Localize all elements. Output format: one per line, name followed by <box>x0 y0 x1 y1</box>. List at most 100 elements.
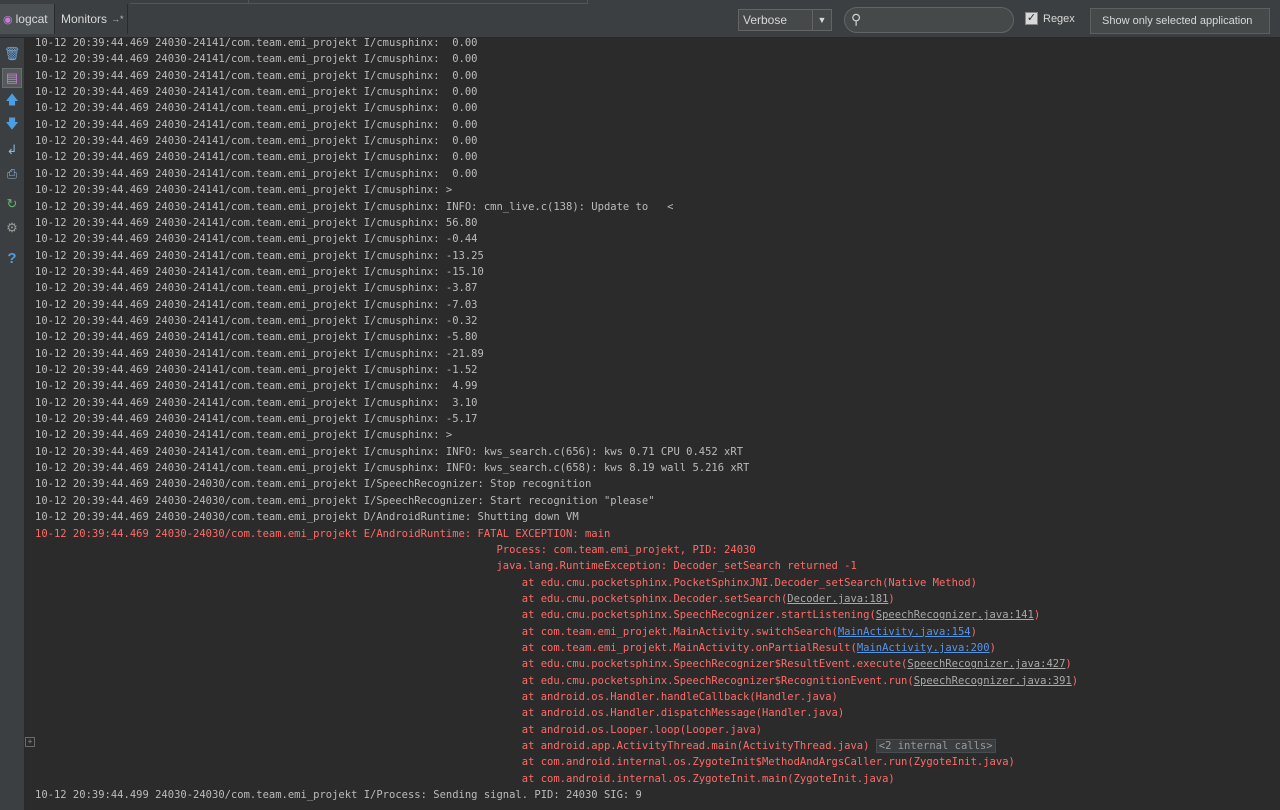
log-line: 10-12 20:39:44.469 24030-24141/com.team.… <box>35 38 478 51</box>
app-filter-dropdown[interactable]: Show only selected application <box>1090 8 1270 34</box>
log-line: 10-12 20:39:44.469 24030-24141/com.team.… <box>35 133 478 149</box>
log-line-text: 10-12 20:39:44.469 24030-24141/com.team.… <box>35 151 478 164</box>
log-line: 10-12 20:39:44.469 24030-24141/com.team.… <box>35 329 478 345</box>
log-line-text: at android.os.Handler.handleCallback(Han… <box>35 691 838 703</box>
source-link[interactable]: SpeechRecognizer.java:427 <box>907 658 1065 670</box>
log-line-text: 10-12 20:39:44.469 24030-24141/com.team.… <box>35 216 478 229</box>
soft-wrap-icon[interactable]: ↲ <box>2 140 22 160</box>
log-line-error: java.lang.RuntimeException: Decoder_setS… <box>35 558 856 574</box>
tab-logcat[interactable]: ◉ logcat <box>0 4 55 34</box>
log-line-error: at android.os.Handler.handleCallback(Han… <box>35 689 838 705</box>
up-arrow-icon[interactable]: 🡅 <box>2 92 22 112</box>
log-line-error: 10-12 20:39:44.469 24030-24030/com.team.… <box>35 526 610 542</box>
log-line-text: 10-12 20:39:44.469 24030-24141/com.team.… <box>35 396 478 409</box>
trash-icon[interactable]: 🗑 <box>2 44 22 64</box>
log-level-value: Verbose <box>743 13 788 27</box>
log-line-text: at edu.cmu.pocketsphinx.Decoder.setSearc… <box>35 592 788 605</box>
log-line-error: at edu.cmu.pocketsphinx.SpeechRecognizer… <box>35 607 1040 623</box>
log-line: 10-12 20:39:44.499 24030-24030/com.team.… <box>35 787 642 803</box>
log-line-text: 10-12 20:39:44.469 24030-24141/com.team.… <box>35 282 478 295</box>
log-line-tail: ) <box>1065 658 1072 671</box>
log-line: 10-12 20:39:44.469 24030-24141/com.team.… <box>35 84 478 100</box>
log-line: 10-12 20:39:44.469 24030-24141/com.team.… <box>35 362 478 378</box>
log-line-text: 10-12 20:39:44.469 24030-24141/com.team.… <box>35 249 484 262</box>
logcat-output: 10-12 20:39:44.469 24030-24141/com.team.… <box>35 38 1275 810</box>
log-line: 10-12 20:39:44.469 24030-24030/com.team.… <box>35 493 655 509</box>
log-line-error: at android.app.ActivityThread.main(Activ… <box>35 738 996 754</box>
log-line-text: at android.os.Handler.dispatchMessage(Ha… <box>35 707 845 720</box>
log-line: 10-12 20:39:44.469 24030-24141/com.team.… <box>35 346 484 362</box>
source-link[interactable]: MainActivity.java:154 <box>838 626 971 638</box>
log-line: 10-12 20:39:44.469 24030-24030/com.team.… <box>35 509 579 525</box>
search-input[interactable]: ⚲ <box>844 7 1014 33</box>
log-line-text: 10-12 20:39:44.469 24030-24141/com.team.… <box>35 184 453 197</box>
android-device-icon: ◉ <box>3 13 13 26</box>
log-line: 10-12 20:39:44.469 24030-24141/com.team.… <box>35 297 478 313</box>
source-link[interactable]: Decoder.java:181 <box>787 593 888 605</box>
log-line: 10-12 20:39:44.469 24030-24141/com.team.… <box>35 280 478 296</box>
log-line-error: at edu.cmu.pocketsphinx.SpeechRecognizer… <box>35 673 1078 689</box>
log-line-text: 10-12 20:39:44.469 24030-24141/com.team.… <box>35 102 478 115</box>
source-link[interactable]: SpeechRecognizer.java:391 <box>914 675 1072 687</box>
app-filter-value: Show only selected application <box>1102 15 1253 27</box>
log-line-text: at edu.cmu.pocketsphinx.PocketSphinxJNI.… <box>35 576 977 589</box>
logcat-sidebar: 🗑 ▤ 🡅 🡇 ↲ ⎙ ↻ ⚙ ? <box>0 38 25 810</box>
log-line: 10-12 20:39:44.469 24030-24141/com.team.… <box>35 378 478 394</box>
log-line-error: at com.team.emi_projekt.MainActivity.onP… <box>35 640 996 656</box>
log-line-text: at com.team.emi_projekt.MainActivity.onP… <box>35 641 857 654</box>
log-level-dropdown[interactable]: Verbose ▼ <box>738 9 832 31</box>
log-line: 10-12 20:39:44.469 24030-24141/com.team.… <box>35 444 743 460</box>
log-line-text: 10-12 20:39:44.469 24030-24141/com.team.… <box>35 167 478 180</box>
chevron-down-icon[interactable]: ▼ <box>812 10 831 30</box>
log-line-error: at edu.cmu.pocketsphinx.PocketSphinxJNI.… <box>35 575 977 591</box>
print-icon[interactable]: ⎙ <box>2 164 22 184</box>
log-line-text: 10-12 20:39:44.469 24030-24141/com.team.… <box>35 364 478 376</box>
log-line: 10-12 20:39:44.469 24030-24030/com.team.… <box>35 476 591 492</box>
log-line: 10-12 20:39:44.469 24030-24141/com.team.… <box>35 460 749 476</box>
source-link[interactable]: SpeechRecognizer.java:141 <box>876 609 1034 621</box>
log-line-text: 10-12 20:39:44.499 24030-24030/com.team.… <box>35 789 642 802</box>
log-line-error: at com.team.emi_projekt.MainActivity.swi… <box>35 624 977 640</box>
log-line: 10-12 20:39:44.469 24030-24141/com.team.… <box>35 248 484 264</box>
scroll-to-end-icon[interactable]: ▤ <box>2 68 22 88</box>
log-line: 10-12 20:39:44.469 24030-24141/com.team.… <box>35 149 478 165</box>
log-line-error: Process: com.team.emi_projekt, PID: 2403… <box>35 542 756 558</box>
source-link[interactable]: MainActivity.java:200 <box>857 642 990 654</box>
log-line: 10-12 20:39:44.469 24030-24141/com.team.… <box>35 427 452 443</box>
log-line: 10-12 20:39:44.469 24030-24141/com.team.… <box>35 231 478 247</box>
pin-arrow-icon: →* <box>111 14 124 24</box>
log-line-text: 10-12 20:39:44.469 24030-24141/com.team.… <box>35 445 744 458</box>
regex-checkbox[interactable]: ✓ <box>1025 12 1038 25</box>
log-line-text: 10-12 20:39:44.469 24030-24141/com.team.… <box>35 38 478 49</box>
internal-calls-chip[interactable]: <2 internal calls> <box>875 739 996 754</box>
log-line: 10-12 20:39:44.469 24030-24141/com.team.… <box>35 395 478 411</box>
log-line: 10-12 20:39:44.469 24030-24141/com.team.… <box>35 182 452 198</box>
down-arrow-icon[interactable]: 🡇 <box>2 116 22 136</box>
help-icon[interactable]: ? <box>2 248 22 268</box>
log-line-text: at edu.cmu.pocketsphinx.SpeechRecognizer… <box>35 674 914 687</box>
log-line-text: 10-12 20:39:44.469 24030-24141/com.team.… <box>35 86 478 99</box>
log-line-text: 10-12 20:39:44.469 24030-24141/com.team.… <box>35 380 478 393</box>
search-icon[interactable]: ⚲ <box>851 11 861 28</box>
regex-label: Regex <box>1043 13 1075 25</box>
log-line-error: at com.android.internal.os.ZygoteInit.ma… <box>35 771 895 787</box>
log-line: 10-12 20:39:44.469 24030-24141/com.team.… <box>35 68 478 84</box>
log-line-text: 10-12 20:39:44.469 24030-24030/com.team.… <box>35 527 611 540</box>
log-line-text: Process: com.team.emi_projekt, PID: 2403… <box>35 543 756 556</box>
log-line-text: 10-12 20:39:44.469 24030-24141/com.team.… <box>35 347 484 360</box>
log-line: 10-12 20:39:44.469 24030-24141/com.team.… <box>35 166 478 182</box>
log-line-text: 10-12 20:39:44.469 24030-24141/com.team.… <box>35 200 674 213</box>
expand-toggle-icon[interactable]: + <box>25 737 35 747</box>
log-line: 10-12 20:39:44.469 24030-24141/com.team.… <box>35 215 478 231</box>
log-line-text: 10-12 20:39:44.469 24030-24141/com.team.… <box>35 314 478 327</box>
log-line-text: 10-12 20:39:44.469 24030-24141/com.team.… <box>35 233 478 246</box>
log-line-error: at edu.cmu.pocketsphinx.SpeechRecognizer… <box>35 656 1072 672</box>
log-line-text: 10-12 20:39:44.469 24030-24141/com.team.… <box>35 462 750 475</box>
tab-logcat-label: logcat <box>15 12 48 26</box>
settings-icon[interactable]: ⚙ <box>2 218 22 238</box>
log-line-text: at com.team.emi_projekt.MainActivity.swi… <box>35 625 838 638</box>
tab-monitors[interactable]: Monitors →* <box>56 4 128 34</box>
restart-icon[interactable]: ↻ <box>2 194 22 214</box>
panel-divider <box>248 0 588 4</box>
log-line-error: at android.os.Handler.dispatchMessage(Ha… <box>35 705 844 721</box>
